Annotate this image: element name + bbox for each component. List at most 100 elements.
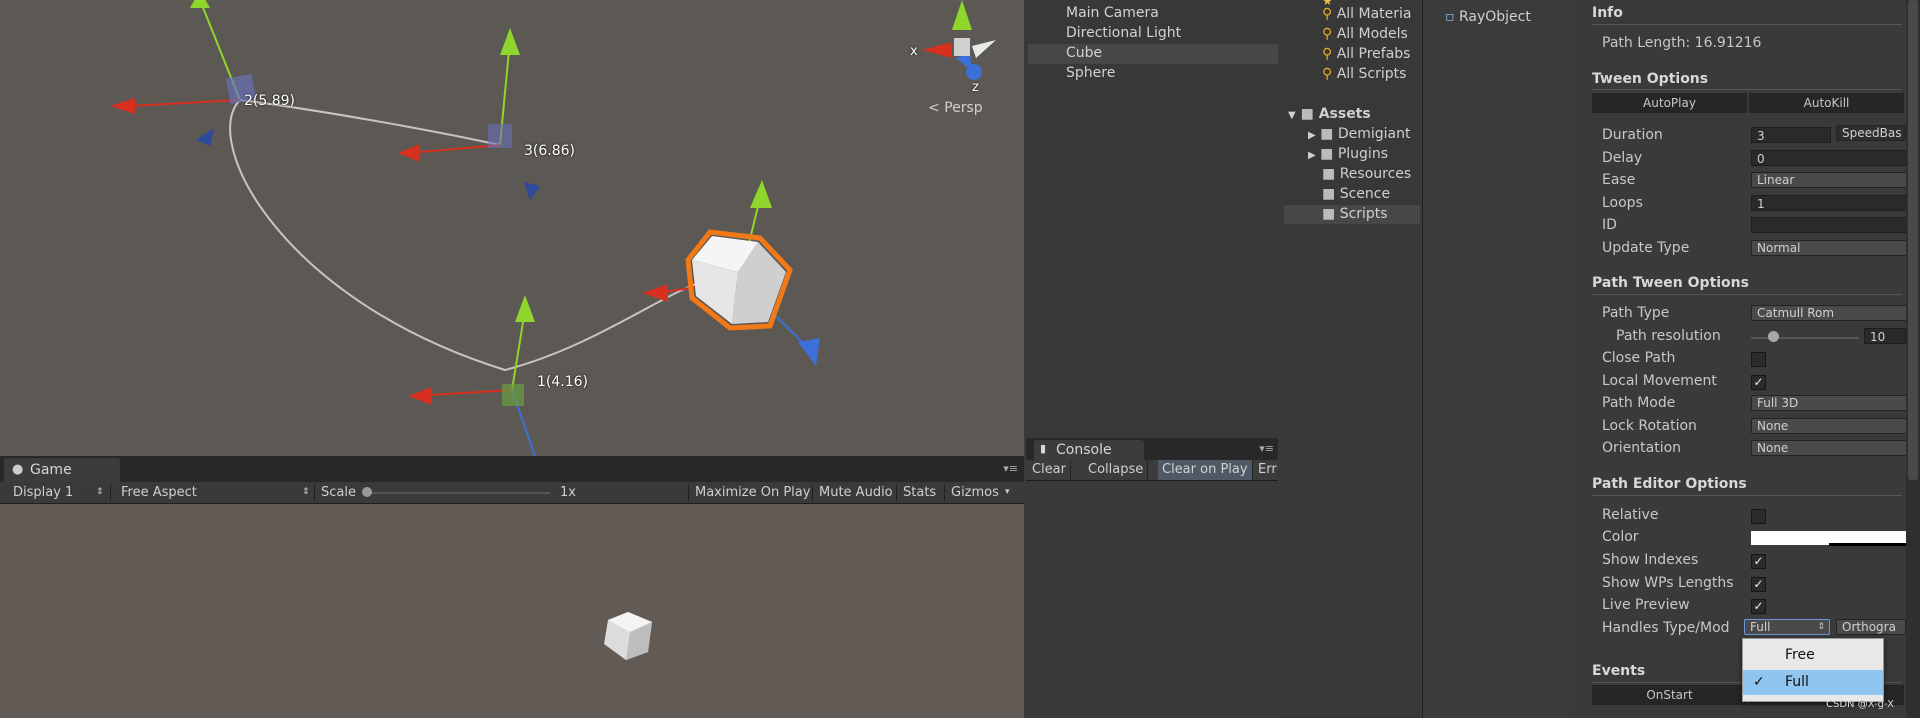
favorite-all-materials[interactable]: ⚲ All Materia (1322, 6, 1412, 22)
ease-select[interactable]: Linear (1751, 172, 1906, 188)
game-view[interactable] (0, 504, 1024, 718)
path-type-select[interactable]: Catmull Rom (1751, 305, 1906, 321)
file-rayobject[interactable]: ▫ RayObject (1445, 9, 1531, 25)
divider (1592, 294, 1902, 295)
loops-field[interactable]: 1 (1751, 195, 1906, 211)
folder-label: Resources (1339, 166, 1412, 182)
popup-option-free[interactable]: Free (1743, 643, 1883, 668)
aspect-select[interactable]: Free Aspect (121, 482, 197, 503)
color-alpha-bar (1829, 543, 1906, 546)
divider (944, 484, 945, 501)
update-type-select[interactable]: Normal (1751, 240, 1906, 256)
inspector-scrollbar-thumb[interactable] (1908, 0, 1918, 480)
lock-rotation-select[interactable]: None (1751, 418, 1906, 434)
relative-label: Relative (1602, 507, 1659, 523)
console-error-button[interactable]: Err (1254, 460, 1281, 480)
autoplay-toggle[interactable]: AutoPlay (1592, 93, 1747, 113)
divider (688, 484, 689, 501)
hierarchy-item-cube[interactable]: Cube (1066, 45, 1102, 61)
divider (1592, 89, 1902, 90)
folder-icon: ■ (1320, 146, 1334, 162)
checkmark-icon: ✓ (1753, 577, 1764, 591)
project-folder-tree: ★ ⚲ All Materia ⚲ All Models ⚲ All Prefa… (1282, 0, 1420, 718)
stats-button[interactable]: Stats (903, 482, 936, 503)
path-length-text: Path Length: 16.91216 (1602, 35, 1762, 51)
duration-label: Duration (1602, 127, 1663, 143)
show-indexes-checkbox[interactable]: ✓ (1751, 554, 1766, 569)
console-clear-button[interactable]: Clear (1028, 460, 1071, 480)
favorite-all-models[interactable]: ⚲ All Models (1322, 26, 1408, 42)
folder-resources[interactable]: ■ Resources (1322, 166, 1411, 182)
handles-mode-select[interactable]: Orthogra (1836, 619, 1906, 635)
popup-option-full[interactable]: ✓ Full (1743, 670, 1883, 695)
autokill-toggle[interactable]: AutoKill (1749, 93, 1904, 113)
path-resolution-label: Path resolution (1616, 328, 1721, 344)
hierarchy-item-sphere[interactable]: Sphere (1066, 65, 1115, 81)
folder-scence[interactable]: ■ Scence (1322, 186, 1390, 202)
folder-plugins[interactable]: ▶ ■ Plugins (1308, 146, 1388, 162)
duration-field[interactable]: 3 (1751, 127, 1831, 143)
favorite-all-scripts[interactable]: ⚲ All Scripts (1322, 66, 1406, 82)
project-file-list: ▫ RayObject (1422, 0, 1573, 718)
live-preview-checkbox[interactable]: ✓ (1751, 599, 1766, 614)
path-resolution-slider-thumb[interactable] (1767, 331, 1779, 342)
ease-label: Ease (1602, 172, 1636, 188)
checkmark-icon: ✓ (1753, 375, 1764, 389)
waypoint-label-1: 1(4.16) (537, 374, 589, 390)
scene-canvas[interactable] (0, 0, 1024, 456)
id-field[interactable] (1751, 217, 1906, 233)
local-movement-label: Local Movement (1602, 373, 1717, 389)
show-wps-lengths-checkbox[interactable]: ✓ (1751, 577, 1766, 592)
tab-game[interactable]: ● Game (4, 458, 120, 482)
color-label: Color (1602, 529, 1639, 545)
gizmos-button[interactable]: Gizmos (951, 482, 999, 503)
console-panel-header: ▮ Console ▾≡ (1026, 438, 1278, 460)
console-collapse-button[interactable]: Collapse (1084, 460, 1149, 480)
orientation-select[interactable]: None (1751, 440, 1906, 456)
path-mode-select[interactable]: Full 3D (1751, 395, 1906, 411)
console-log-area[interactable] (1026, 481, 1278, 718)
mute-audio-button[interactable]: Mute Audio (819, 482, 893, 503)
favorite-label: All Materia (1336, 6, 1412, 22)
panel-menu-icon[interactable]: ▾≡ (1259, 442, 1274, 455)
favorite-all-prefabs[interactable]: ⚲ All Prefabs (1322, 46, 1410, 62)
assets-folder[interactable]: ▼ ■ Assets (1288, 106, 1371, 122)
folder-scripts[interactable]: ■ Scripts (1322, 206, 1388, 222)
path-mode-label: Path Mode (1602, 395, 1676, 411)
chevron-down-icon[interactable]: ▾ (1005, 482, 1010, 503)
path-resolution-field[interactable]: 10 (1864, 328, 1906, 344)
console-clear-on-play-button[interactable]: Clear on Play (1158, 460, 1253, 480)
delay-field[interactable]: 0 (1751, 150, 1906, 166)
tab-console[interactable]: ▮ Console (1034, 440, 1144, 460)
delay-label: Delay (1602, 150, 1643, 166)
search-icon: ⚲ (1322, 46, 1333, 62)
display-select[interactable]: Display 1 (13, 482, 73, 503)
folder-icon: ■ (1322, 206, 1336, 222)
scale-slider[interactable] (364, 492, 550, 494)
folder-icon: ■ (1300, 106, 1314, 122)
projection-toggle[interactable]: < Persp (928, 100, 983, 116)
gizmo-x-label: x (910, 44, 918, 59)
close-path-checkbox[interactable] (1751, 352, 1766, 367)
inspector-panel: Info Path Length: 16.91216 Tween Options… (1584, 0, 1906, 718)
scale-slider-thumb[interactable] (362, 487, 372, 497)
maximize-on-play-button[interactable]: Maximize On Play (695, 482, 810, 503)
checkmark-icon: ✓ (1753, 599, 1764, 613)
folder-demigiant[interactable]: ▶ ■ Demigiant (1308, 126, 1410, 142)
watermark-text: CSDN @X-g-X (1826, 699, 1894, 710)
scene-view[interactable]: 2(5.89) 3(6.86) 1(4.16) x z < Persp (0, 0, 1024, 456)
local-movement-checkbox[interactable]: ✓ (1751, 375, 1766, 390)
hierarchy-item-directional-light[interactable]: Directional Light (1066, 25, 1181, 41)
handles-type-select[interactable]: Full ⇕ (1744, 619, 1830, 635)
panel-menu-icon[interactable]: ▾≡ (1003, 462, 1018, 475)
display-label: Display 1 (13, 485, 74, 500)
option-label: Full (1785, 674, 1809, 690)
onstart-toggle[interactable]: OnStart (1592, 685, 1747, 705)
file-label: RayObject (1458, 9, 1531, 25)
divider (1592, 495, 1902, 496)
folder-label: Demigiant (1337, 126, 1411, 142)
show-indexes-label: Show Indexes (1602, 552, 1699, 568)
speedbased-toggle[interactable]: SpeedBas (1836, 125, 1906, 141)
relative-checkbox[interactable] (1751, 509, 1766, 524)
hierarchy-item-main-camera[interactable]: Main Camera (1066, 5, 1159, 21)
